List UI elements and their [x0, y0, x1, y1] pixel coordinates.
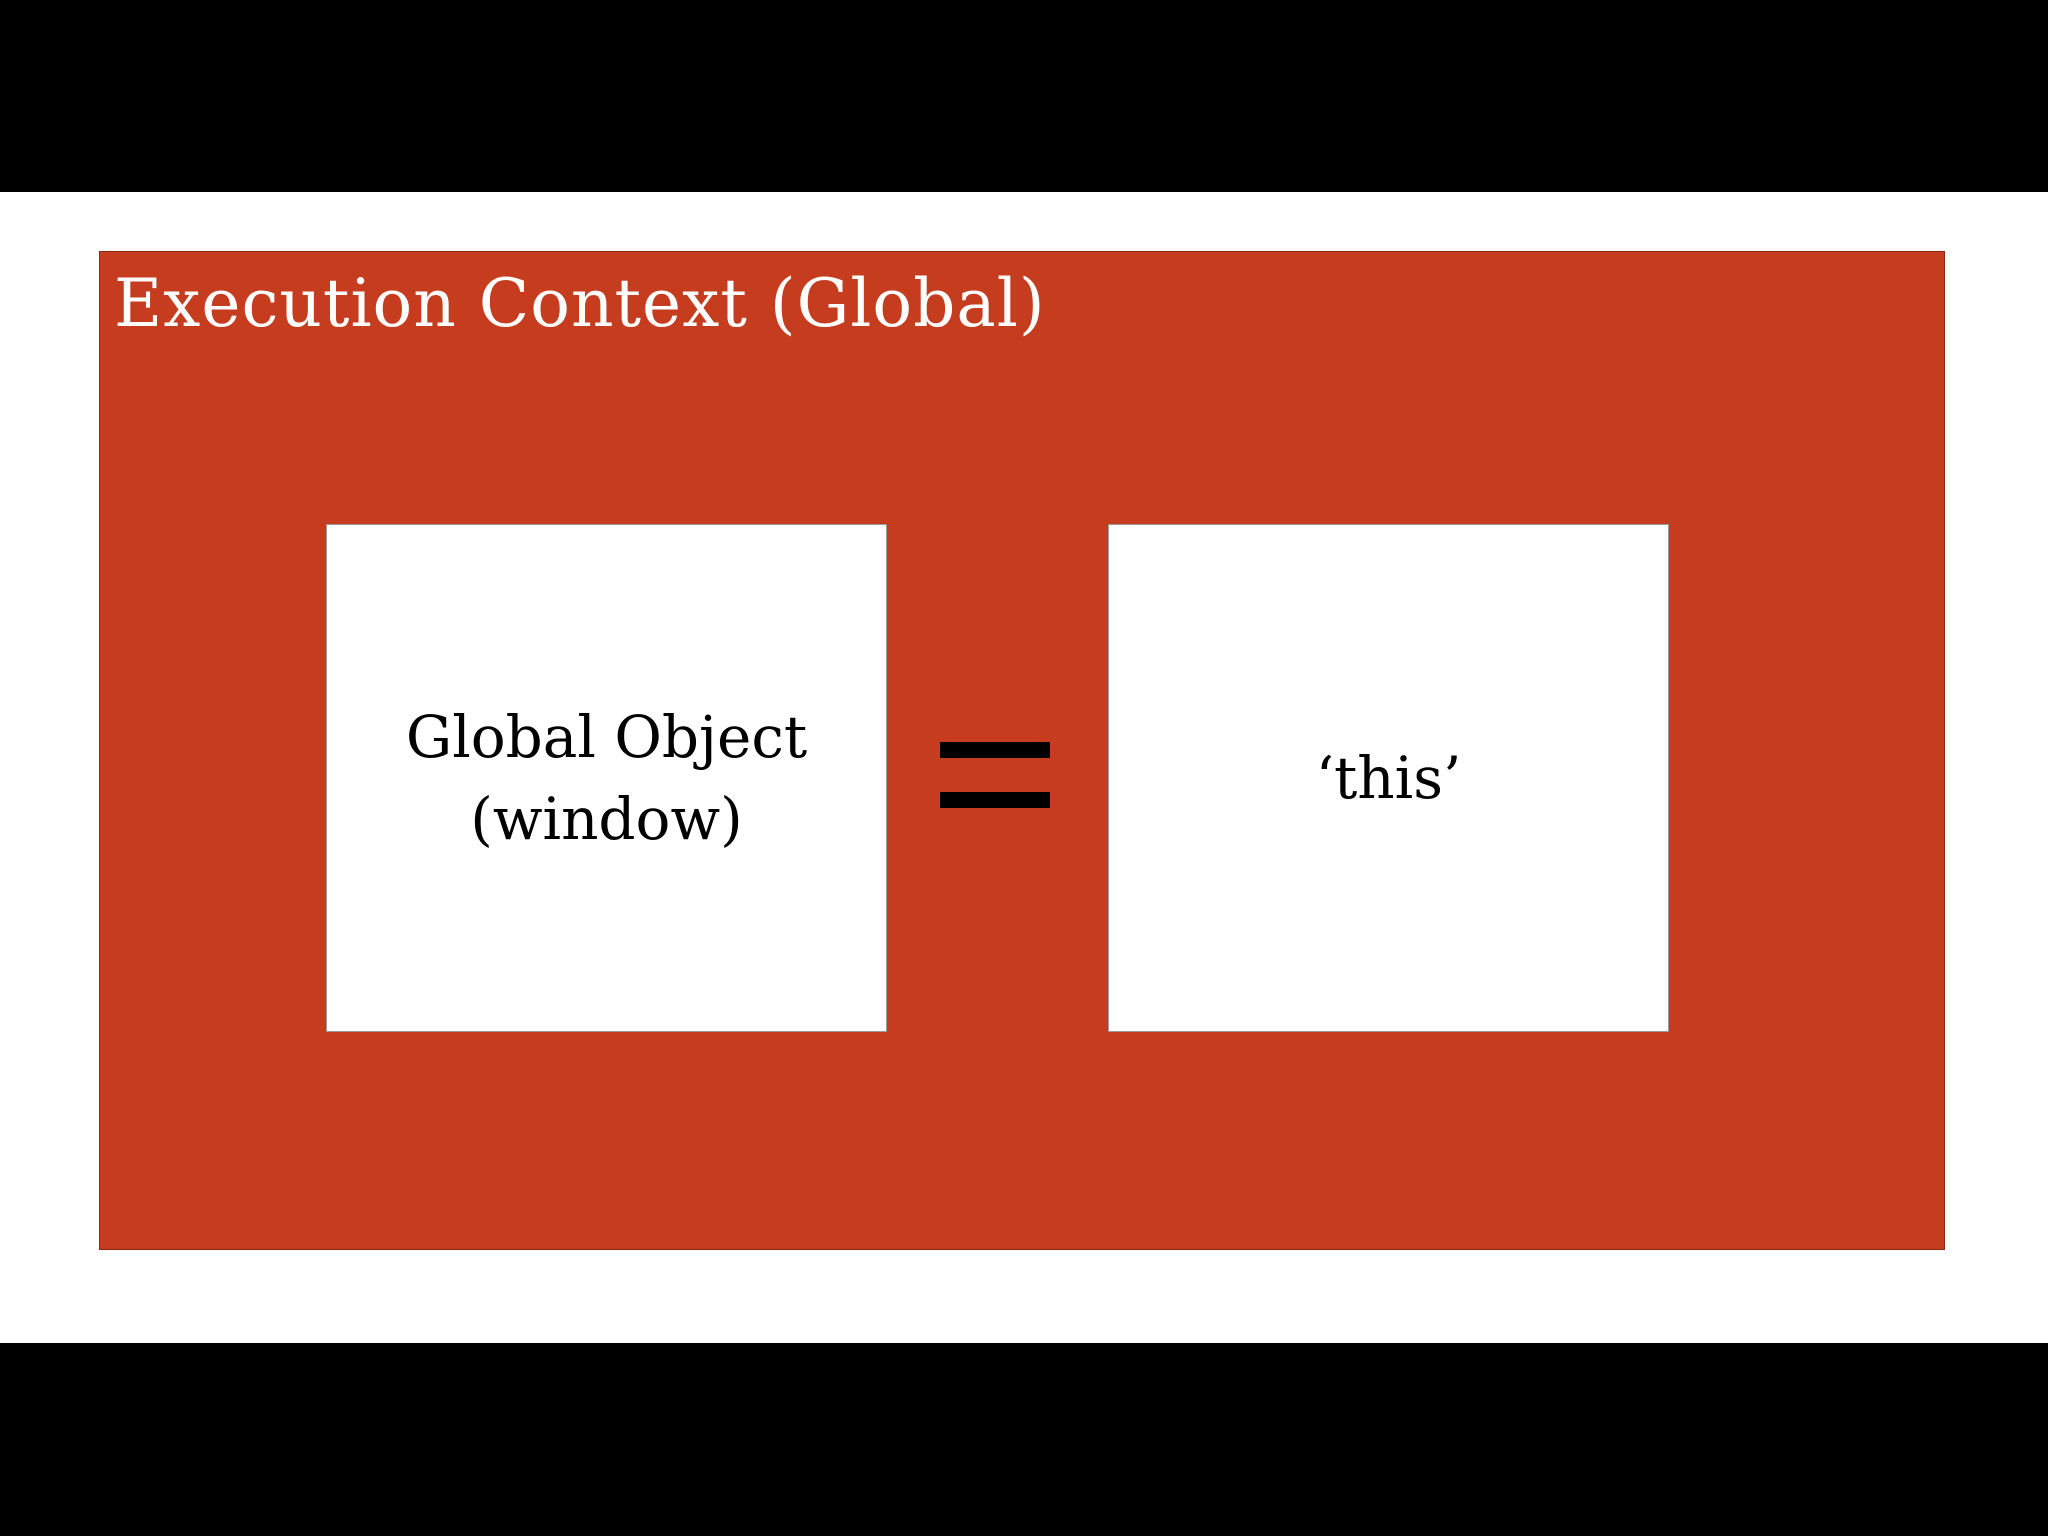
equals-bar-top	[940, 742, 1050, 758]
this-label: ‘this’	[1315, 744, 1462, 812]
equals-sign	[940, 742, 1050, 808]
slide: Execution Context (Global) Global Object…	[0, 192, 2048, 1343]
execution-context-panel: Execution Context (Global) Global Object…	[99, 251, 1945, 1250]
global-object-label: Global Object	[405, 703, 808, 771]
this-box: ‘this’	[1108, 524, 1669, 1032]
window-label: (window)	[470, 785, 743, 853]
equals-bar-bottom	[940, 792, 1050, 808]
letterbox-top	[0, 0, 2048, 192]
letterbox-bottom	[0, 1343, 2048, 1536]
global-object-box: Global Object (window)	[326, 524, 887, 1032]
context-title: Execution Context (Global)	[114, 265, 1046, 342]
